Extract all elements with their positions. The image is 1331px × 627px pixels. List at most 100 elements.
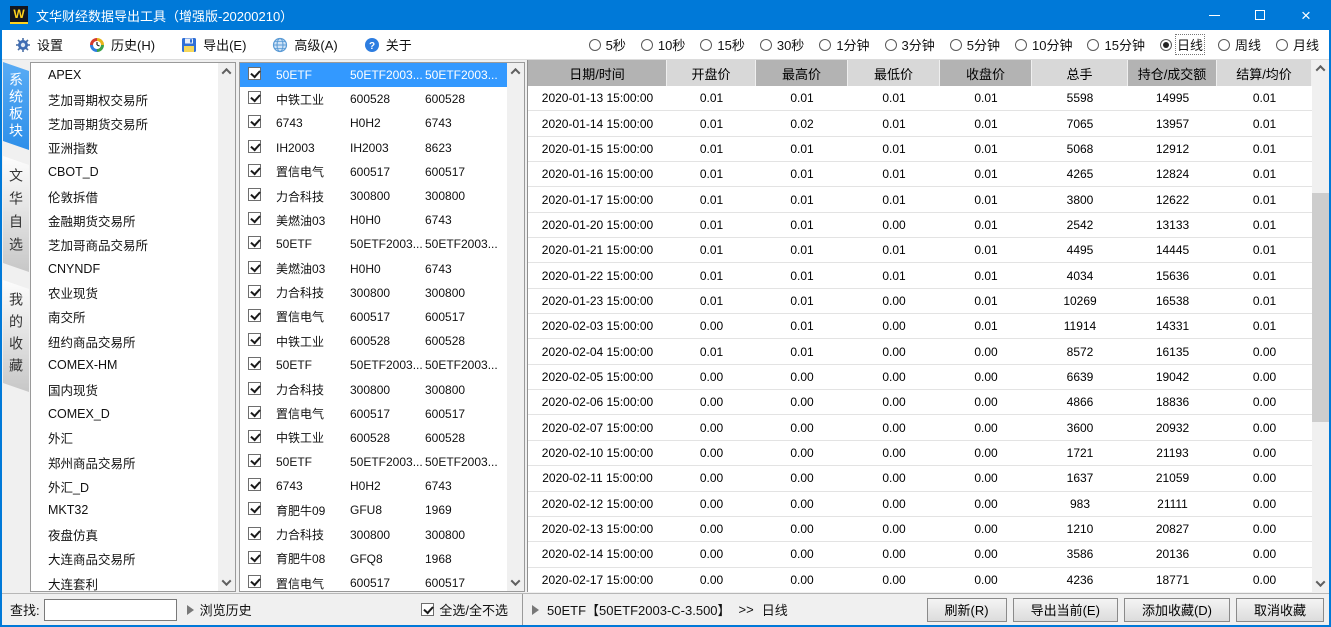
period-radio[interactable]: 15秒 [700, 34, 746, 55]
instrument-checkbox[interactable] [248, 454, 276, 470]
about-button[interactable]: ? 关于 [351, 30, 425, 59]
instrument-row[interactable]: 6743 H0H2 6743 [240, 111, 507, 135]
history-button[interactable]: 历史(H) [76, 30, 168, 59]
instrument-checkbox[interactable] [248, 284, 276, 301]
sidebar-exchange-item[interactable]: MKT32 [31, 498, 218, 522]
scroll-down-icon[interactable] [1312, 575, 1329, 592]
sidebar-exchange-item[interactable]: 农业现货 [31, 281, 218, 305]
sidebar-exchange-item[interactable]: 国内现货 [31, 377, 218, 401]
instrument-scrollbar[interactable] [507, 63, 524, 591]
column-header[interactable]: 总手 [1032, 60, 1128, 86]
scroll-down-icon[interactable] [507, 574, 524, 591]
export-button[interactable]: 导出(E) [168, 30, 259, 59]
instrument-row[interactable]: 50ETF 50ETF2003... 50ETF2003... [240, 450, 507, 474]
period-radio[interactable]: 3分钟 [884, 34, 937, 55]
table-row[interactable]: 2020-02-14 15:00:00 0.00 0.00 0.00 0.00 … [528, 542, 1312, 568]
period-radio[interactable]: 周线 [1217, 34, 1263, 55]
table-scrollbar[interactable] [1312, 60, 1329, 592]
column-header[interactable]: 日期/时间 [528, 60, 667, 86]
advanced-button[interactable]: 高级(A) [259, 30, 350, 59]
instrument-checkbox[interactable] [248, 308, 276, 325]
period-radio[interactable]: 日线 [1159, 34, 1205, 55]
settings-button[interactable]: 设置 [2, 30, 76, 59]
sidebar-exchange-item[interactable]: COMEX-HM [31, 353, 218, 377]
instrument-checkbox[interactable] [248, 115, 276, 131]
period-radio[interactable]: 10秒 [640, 34, 687, 55]
table-row[interactable]: 2020-02-04 15:00:00 0.01 0.01 0.00 0.00 … [528, 339, 1312, 365]
instrument-checkbox[interactable] [248, 526, 276, 543]
instrument-row[interactable]: 中铁工业 600528 600528 [240, 426, 507, 450]
instrument-checkbox[interactable] [248, 163, 276, 180]
tab-system-sectors[interactable]: 系统板块 [3, 62, 29, 150]
export-current-button[interactable]: 导出当前(E) [1012, 597, 1118, 622]
instrument-checkbox[interactable] [248, 478, 276, 494]
instrument-row[interactable]: 50ETF 50ETF2003... 50ETF2003... [240, 353, 507, 377]
instrument-row[interactable]: 中铁工业 600528 600528 [240, 87, 507, 111]
instrument-row[interactable]: IH2003 IH2003 8623 [240, 136, 507, 160]
table-row[interactable]: 2020-01-21 15:00:00 0.01 0.01 0.01 0.01 … [528, 238, 1312, 264]
table-row[interactable]: 2020-02-12 15:00:00 0.00 0.00 0.00 0.00 … [528, 491, 1312, 517]
instrument-row[interactable]: 置信电气 600517 600517 [240, 571, 507, 591]
scroll-down-icon[interactable] [218, 574, 235, 591]
period-radio[interactable]: 15分钟 [1087, 34, 1146, 55]
search-input[interactable] [43, 598, 177, 621]
remove-favorite-button[interactable]: 取消收藏 [1235, 597, 1324, 622]
column-header[interactable]: 最高价 [756, 60, 848, 86]
exchange-scrollbar[interactable] [218, 63, 235, 591]
period-radio[interactable]: 10分钟 [1015, 34, 1074, 55]
instrument-checkbox[interactable] [248, 260, 276, 277]
column-header[interactable]: 持仓/成交额 [1128, 60, 1217, 86]
sidebar-exchange-item[interactable]: 夜盘仿真 [31, 523, 218, 547]
instrument-row[interactable]: 力合科技 300800 300800 [240, 281, 507, 305]
sidebar-exchange-item[interactable]: 南交所 [31, 305, 218, 329]
sidebar-exchange-item[interactable]: 外汇_D [31, 474, 218, 498]
instrument-checkbox[interactable] [248, 188, 276, 204]
table-row[interactable]: 2020-01-22 15:00:00 0.01 0.01 0.01 0.01 … [528, 263, 1312, 289]
sidebar-exchange-item[interactable]: 伦敦拆借 [31, 184, 218, 208]
scroll-up-icon[interactable] [218, 63, 235, 80]
scrollbar-thumb[interactable] [1312, 193, 1329, 422]
instrument-row[interactable]: 50ETF 50ETF2003... 50ETF2003... [240, 63, 507, 88]
sidebar-exchange-item[interactable]: 亚洲指数 [31, 136, 218, 160]
table-row[interactable]: 2020-01-17 15:00:00 0.01 0.01 0.01 0.01 … [528, 187, 1312, 213]
column-header[interactable]: 结算/均价 [1217, 60, 1312, 86]
period-radio[interactable]: 30秒 [759, 34, 806, 55]
minimize-button[interactable] [1191, 0, 1237, 30]
instrument-row[interactable]: 育肥牛08 GFQ8 1968 [240, 547, 507, 571]
period-radio[interactable]: 5秒 [588, 34, 628, 55]
table-row[interactable]: 2020-01-14 15:00:00 0.01 0.02 0.01 0.01 … [528, 111, 1312, 137]
sidebar-exchange-item[interactable]: 外汇 [31, 426, 218, 450]
sidebar-exchange-item[interactable]: 纽约商品交易所 [31, 329, 218, 353]
instrument-checkbox[interactable] [248, 381, 276, 398]
table-row[interactable]: 2020-02-03 15:00:00 0.00 0.01 0.00 0.01 … [528, 314, 1312, 340]
instrument-checkbox[interactable] [248, 333, 276, 349]
table-row[interactable]: 2020-02-10 15:00:00 0.00 0.00 0.00 0.00 … [528, 440, 1312, 467]
sidebar-exchange-item[interactable]: CNYNDF [31, 257, 218, 281]
table-row[interactable]: 2020-01-16 15:00:00 0.01 0.01 0.01 0.01 … [528, 162, 1312, 188]
select-all-checkbox[interactable]: 全选/全不选 [421, 600, 508, 619]
instrument-row[interactable]: 置信电气 600517 600517 [240, 160, 507, 184]
instrument-checkbox[interactable] [248, 139, 276, 156]
sidebar-exchange-item[interactable]: 大连商品交易所 [31, 547, 218, 571]
table-row[interactable]: 2020-02-06 15:00:00 0.00 0.00 0.00 0.00 … [528, 390, 1312, 416]
instrument-row[interactable]: 力合科技 300800 300800 [240, 523, 507, 547]
instrument-checkbox[interactable] [248, 236, 276, 252]
instrument-checkbox[interactable] [248, 405, 276, 422]
table-row[interactable]: 2020-01-15 15:00:00 0.01 0.01 0.01 0.01 … [528, 136, 1312, 163]
instrument-row[interactable]: 育肥牛09 GFU8 1969 [240, 498, 507, 522]
sidebar-exchange-item[interactable]: 芝加哥期权交易所 [31, 87, 218, 111]
instrument-row[interactable]: 6743 H0H2 6743 [240, 474, 507, 498]
table-row[interactable]: 2020-01-13 15:00:00 0.01 0.01 0.01 0.01 … [528, 86, 1312, 112]
sidebar-exchange-item[interactable]: COMEX_D [31, 402, 218, 426]
table-row[interactable]: 2020-02-05 15:00:00 0.00 0.00 0.00 0.00 … [528, 364, 1312, 391]
instrument-row[interactable]: 50ETF 50ETF2003... 50ETF2003... [240, 232, 507, 256]
column-header[interactable]: 收盘价 [940, 60, 1032, 86]
instrument-checkbox[interactable] [248, 67, 276, 83]
scroll-up-icon[interactable] [1312, 60, 1329, 77]
table-row[interactable]: 2020-02-17 15:00:00 0.00 0.00 0.00 0.00 … [528, 567, 1312, 592]
instrument-checkbox[interactable] [248, 357, 276, 373]
instrument-checkbox[interactable] [248, 550, 276, 567]
column-header[interactable]: 开盘价 [667, 60, 756, 86]
table-row[interactable]: 2020-01-20 15:00:00 0.01 0.01 0.00 0.01 … [528, 212, 1312, 239]
instrument-checkbox[interactable] [248, 502, 276, 518]
